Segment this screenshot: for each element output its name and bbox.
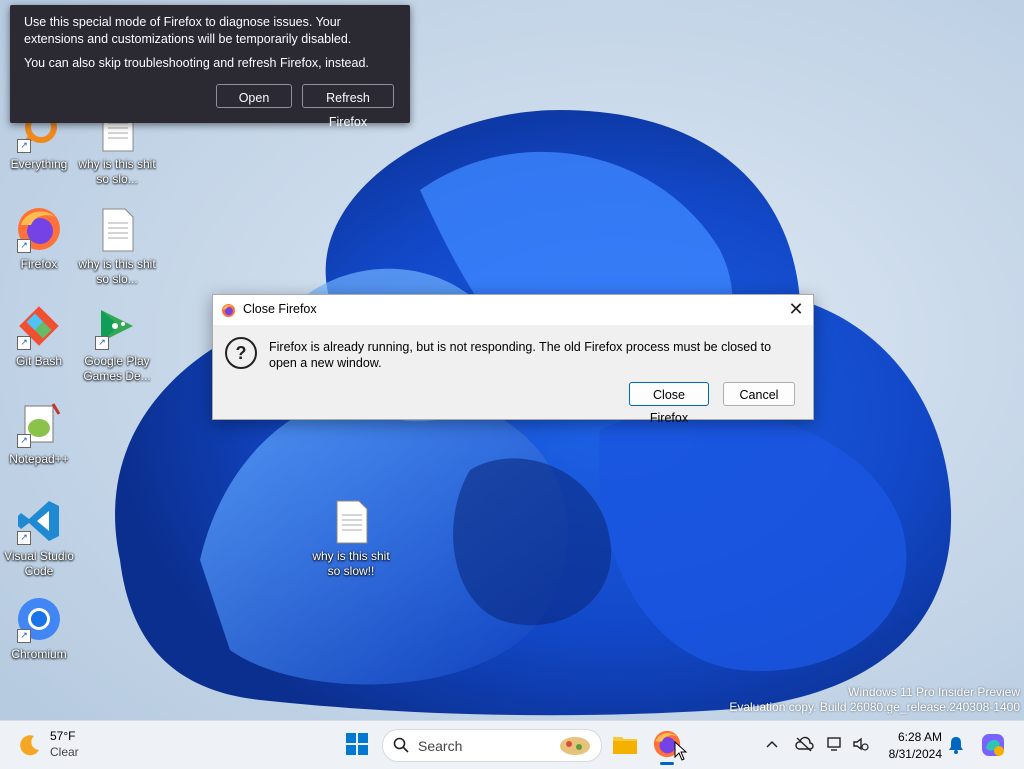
- shortcut-arrow-icon: ↗: [95, 336, 109, 350]
- shortcut-arrow-icon: ↗: [17, 629, 31, 643]
- chevron-up-icon[interactable]: [766, 739, 778, 749]
- shortcut-arrow-icon: ↗: [17, 434, 31, 448]
- desktop-icon-label: Google Play Games De...: [83, 354, 151, 383]
- desktop-icon-label: why is this shit so slo...: [78, 157, 156, 186]
- troubleshoot-mode-panel: Use this special mode of Firefox to diag…: [10, 5, 410, 129]
- windows-watermark: Windows 11 Pro Insider Preview Evaluatio…: [729, 685, 1020, 715]
- vscode-icon: ↗: [15, 497, 63, 545]
- windows-logo-icon: [346, 733, 368, 755]
- clock-time: 6:28 AM: [897, 730, 942, 744]
- text-file-icon: [93, 205, 141, 253]
- weather-temperature: 57°F: [50, 729, 76, 743]
- close-firefox-dialog: Close Firefox ✕ ? Firefox is already run…: [212, 294, 814, 425]
- desktop-icon-label: Visual Studio Code: [4, 549, 74, 578]
- close-icon[interactable]: ✕: [779, 295, 813, 325]
- desktop-icon-google-play-games[interactable]: ↗ Google Play Games De...: [78, 302, 156, 384]
- cancel-button[interactable]: Cancel: [723, 382, 795, 406]
- dialog-title: Close Firefox: [243, 302, 317, 316]
- git-bash-icon: ↗: [15, 302, 63, 350]
- question-icon: ?: [225, 337, 257, 369]
- dialog-title-bar[interactable]: Close Firefox ✕: [213, 295, 813, 325]
- network-icon[interactable]: [826, 736, 844, 752]
- notepad-plus-plus-icon: ↗: [15, 400, 63, 448]
- running-indicator: [660, 762, 674, 765]
- close-firefox-button[interactable]: Close Firefox: [629, 382, 709, 425]
- troubleshoot-description: Use this special mode of Firefox to diag…: [24, 15, 352, 46]
- watermark-build: Evaluation copy. Build 26080.ge_release.…: [729, 700, 1020, 714]
- desktop-icon-label: Everything: [10, 157, 68, 171]
- shortcut-arrow-icon: ↗: [17, 336, 31, 350]
- desktop-icon-label: Firefox: [20, 257, 58, 271]
- desktop-icon-label: Git Bash: [15, 354, 63, 368]
- troubleshoot-refresh-hint: You can also skip troubleshooting and re…: [24, 56, 369, 70]
- taskbar: 57°F Clear Search 6:28 AM 8/31/2024: [0, 720, 1024, 769]
- search-icon: [393, 737, 409, 753]
- desktop-icon-label: why is this shit so slo...: [78, 257, 156, 286]
- refresh-firefox-button[interactable]: Refresh Firefox: [302, 84, 394, 129]
- clock-date: 8/31/2024: [888, 747, 942, 761]
- start-button[interactable]: [342, 729, 372, 759]
- shortcut-arrow-icon: ↗: [17, 531, 31, 545]
- copilot-icon[interactable]: [980, 732, 1006, 758]
- desktop-icon-firefox[interactable]: ↗ Firefox: [0, 205, 78, 272]
- file-explorer-button[interactable]: [610, 729, 640, 759]
- moon-icon: [20, 735, 39, 756]
- system-tray: [760, 721, 874, 769]
- folder-icon: [613, 737, 637, 754]
- chromium-icon: ↗: [15, 595, 63, 643]
- desktop-icon-git-bash[interactable]: ↗ Git Bash: [0, 302, 78, 369]
- taskbar-search-box[interactable]: Search: [382, 729, 602, 762]
- desktop-icon-label: Chromium: [11, 647, 67, 661]
- shortcut-arrow-icon: ↗: [17, 139, 31, 153]
- dialog-message: Firefox is already running, but is not r…: [269, 340, 772, 370]
- volume-settings-icon[interactable]: [852, 736, 870, 752]
- shortcut-arrow-icon: ↗: [17, 239, 31, 253]
- google-play-games-icon: ↗: [93, 302, 141, 350]
- onedrive-offline-icon[interactable]: [794, 736, 814, 752]
- mouse-cursor-icon: [674, 741, 688, 761]
- search-highlight-icon: [560, 737, 590, 755]
- text-file-icon: [327, 497, 375, 545]
- firefox-icon: [221, 303, 236, 318]
- firefox-icon: ↗: [15, 205, 63, 253]
- open-button[interactable]: Open: [216, 84, 292, 108]
- desktop-icon-text-file-2[interactable]: why is this shit so slo...: [78, 205, 156, 287]
- clock[interactable]: 6:28 AM 8/31/2024: [874, 729, 942, 763]
- desktop-icon-label: Notepad++: [9, 452, 69, 466]
- desktop-icon-notepad-plus-plus[interactable]: ↗ Notepad++: [0, 400, 78, 467]
- search-placeholder: Search: [418, 738, 463, 754]
- notification-bell-icon[interactable]: [948, 736, 964, 754]
- desktop-icon-chromium[interactable]: ↗ Chromium: [0, 595, 78, 662]
- weather-condition: Clear: [50, 745, 79, 759]
- desktop-icon-text-file-3[interactable]: why is this shit so slow!!: [312, 497, 390, 579]
- watermark-edition: Windows 11 Pro Insider Preview: [848, 685, 1020, 699]
- desktop-icon-vscode[interactable]: ↗ Visual Studio Code: [0, 497, 78, 579]
- desktop-icon-label: why is this shit so slow!!: [312, 549, 390, 578]
